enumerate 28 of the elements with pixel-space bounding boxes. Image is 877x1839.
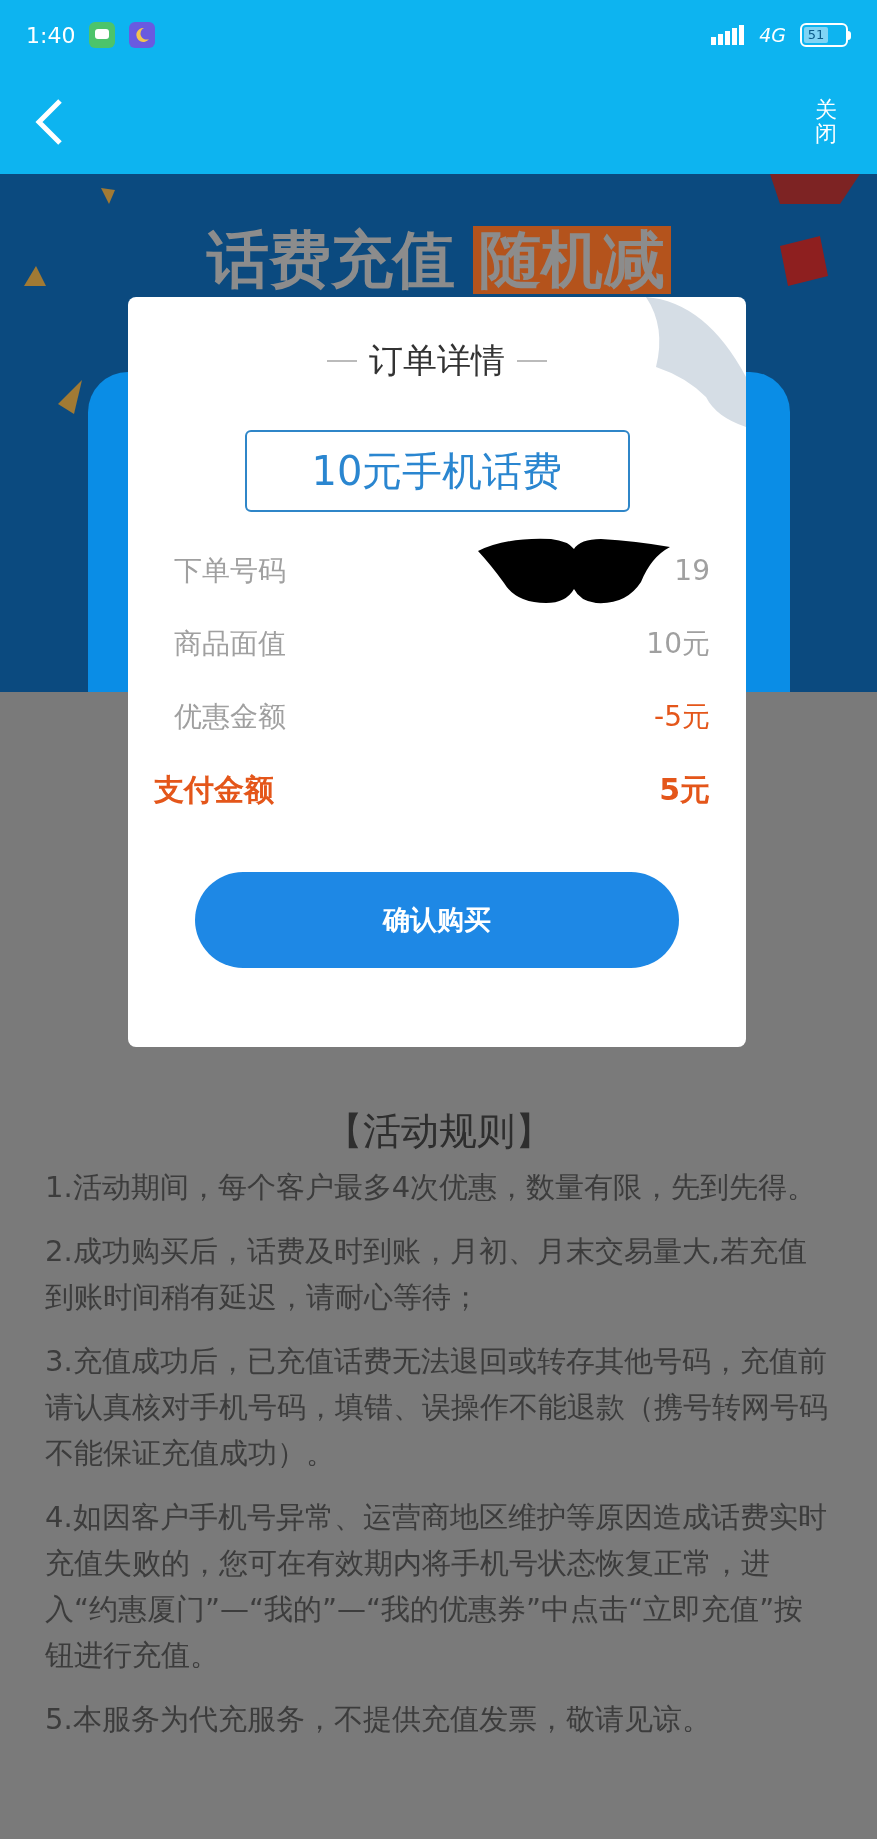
row-value: -5元	[654, 698, 710, 735]
banner-title: 话费充值	[206, 226, 455, 294]
rule-paragraph: 5.本服务为代充服务，不提供充值发票，敬请见谅。	[45, 1701, 712, 1738]
back-icon[interactable]	[34, 98, 64, 146]
message-app-icon	[89, 22, 116, 48]
row-label: 支付金额	[154, 771, 274, 809]
rule-paragraph: 3.充值成功后，已充值话费无法退回或转存其他号码，充值前请认真核对手机号码，填错、误操作不能退款（携号转网号码不能保证充值成功）。	[45, 1343, 829, 1472]
row-label: 下单号码	[174, 552, 286, 589]
network-type: 4G	[759, 22, 786, 48]
battery-icon: 51	[800, 23, 851, 47]
row-value: 5元	[659, 771, 710, 809]
product-name: 10元手机话费	[244, 430, 630, 512]
confirm-purchase-button[interactable]: 确认购买	[195, 872, 679, 968]
row-label: 优惠金额	[174, 698, 286, 735]
row-label: 商品面值	[174, 625, 286, 662]
moon-app-icon	[129, 22, 156, 48]
page-curl-icon	[646, 297, 746, 427]
row-value: 19	[674, 552, 710, 589]
signal-icon	[711, 23, 746, 47]
rules-title: 【活动规则】	[324, 1108, 553, 1155]
rule-paragraph: 2.成功购买后，话费及时到账，月初、月末交易量大,若充值到账时间稍有延迟，请耐心等待；	[45, 1233, 808, 1316]
banner-highlight: 随机减	[472, 226, 671, 294]
close-button[interactable]: 关闭	[815, 97, 837, 147]
row-value: 10元	[646, 625, 710, 662]
dialog-title: 订单详情	[369, 339, 505, 382]
rule-paragraph: 4.如因客户手机号异常、运营商地区维护等原因造成话费实时充值失败的，您可在有效期内将手机号状态恢复正常，进入“约惠厦门”—“我的”—“我的优惠券”中点击“立即充值”按钮进行充值。	[45, 1499, 828, 1674]
status-time: 1:40	[26, 21, 76, 50]
rule-paragraph: 1.活动期间，每个客户最多4次优惠，数量有限，先到先得。	[45, 1169, 818, 1206]
